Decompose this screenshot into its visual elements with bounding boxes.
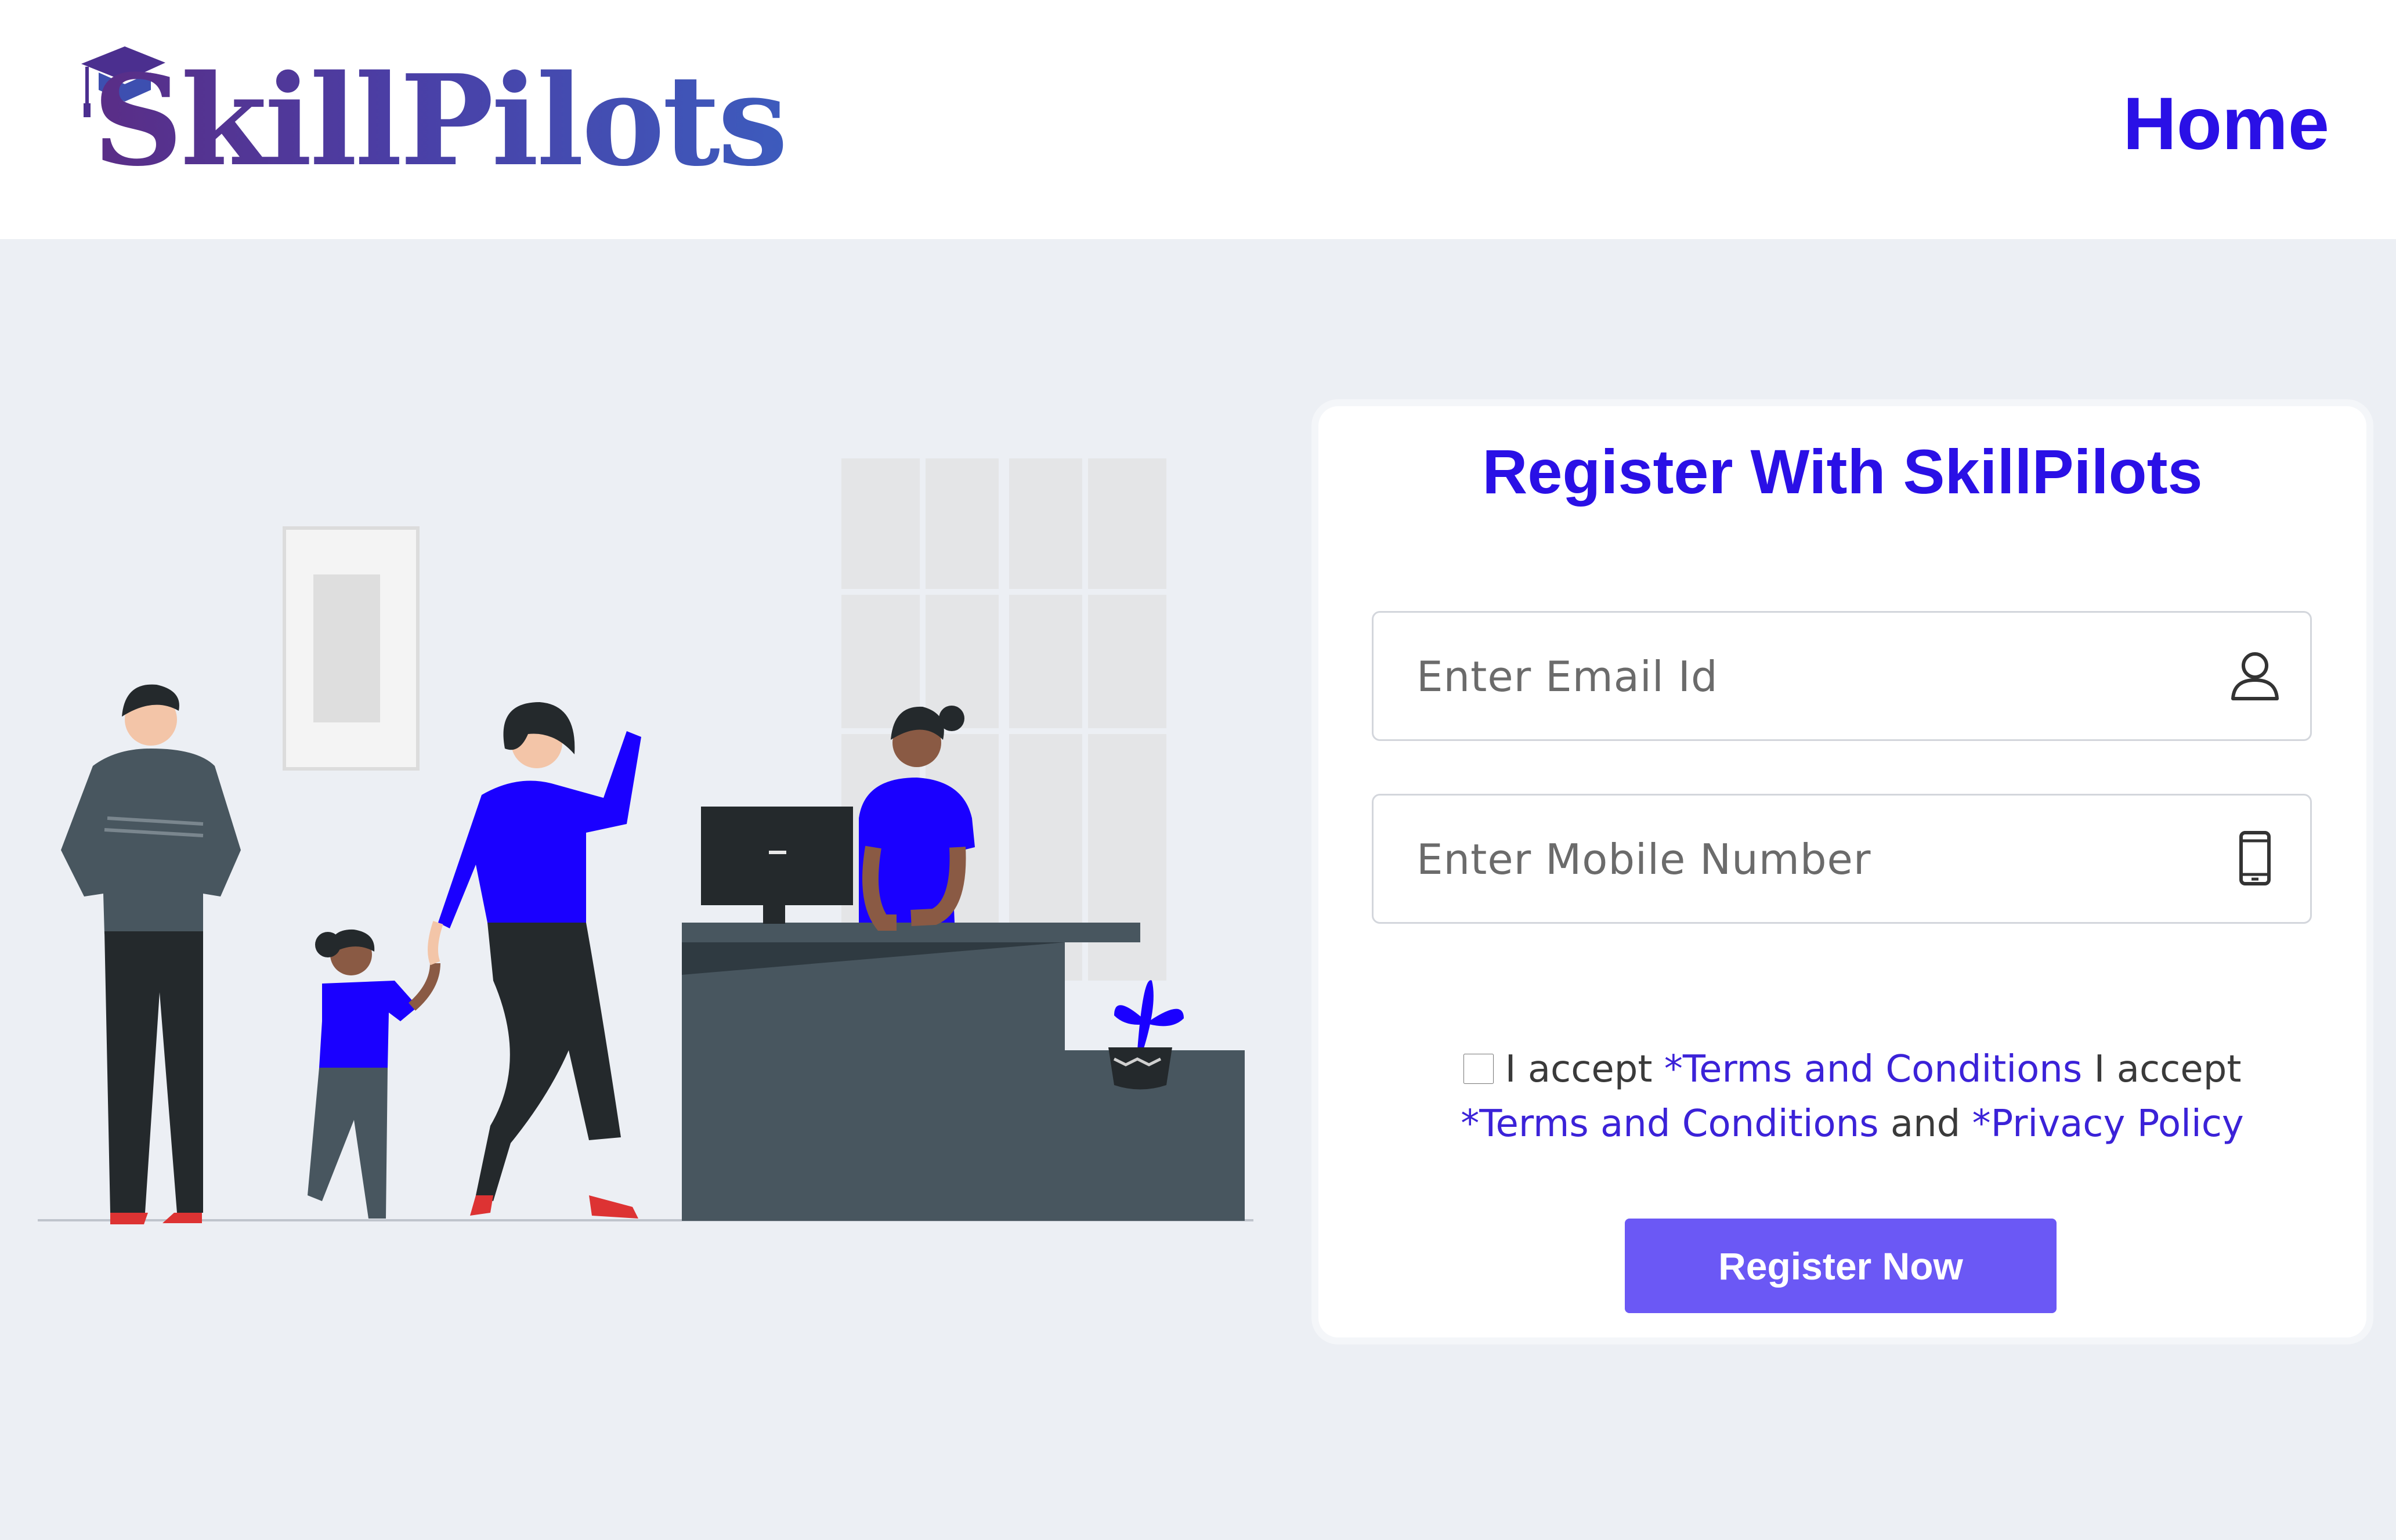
privacy-policy-link[interactable]: *Privacy Policy [1972, 1102, 2244, 1145]
terms-agreement: I accept *Terms and Conditions I accept … [1400, 1042, 2305, 1151]
terms-link-2[interactable]: *Terms and Conditions [1461, 1102, 1878, 1145]
terms-checkbox[interactable] [1463, 1054, 1494, 1084]
mobile-input[interactable] [1415, 796, 2218, 923]
man-illustration [61, 684, 241, 1224]
terms-prefix-2: I accept [2082, 1048, 2242, 1091]
register-card: Register With SkillPilots I accept *Term… [1318, 406, 2366, 1337]
reception-illustration [38, 458, 1253, 1224]
mobile-field[interactable] [1372, 794, 2312, 924]
phone-icon [2239, 831, 2271, 885]
register-title: Register With SkillPilots [1482, 436, 2203, 507]
nav-home-link[interactable]: Home [2123, 81, 2329, 167]
register-now-button[interactable]: Register Now [1625, 1219, 2057, 1313]
skillpilots-logo[interactable]: SkillPilots [70, 41, 788, 186]
email-field[interactable] [1372, 611, 2312, 741]
terms-prefix-1: I accept [1505, 1048, 1664, 1091]
girl-illustration [308, 929, 440, 1219]
user-icon [2231, 652, 2279, 700]
terms-link[interactable]: *Terms and Conditions [1664, 1048, 2082, 1091]
email-input[interactable] [1415, 613, 2218, 740]
logo-text: SkillPilots [93, 47, 788, 194]
woman-illustration [428, 702, 641, 1219]
top-header: SkillPilots Home [0, 0, 2396, 239]
terms-and-text: and [1878, 1102, 1972, 1145]
picture-frame-illustration [283, 526, 420, 771]
